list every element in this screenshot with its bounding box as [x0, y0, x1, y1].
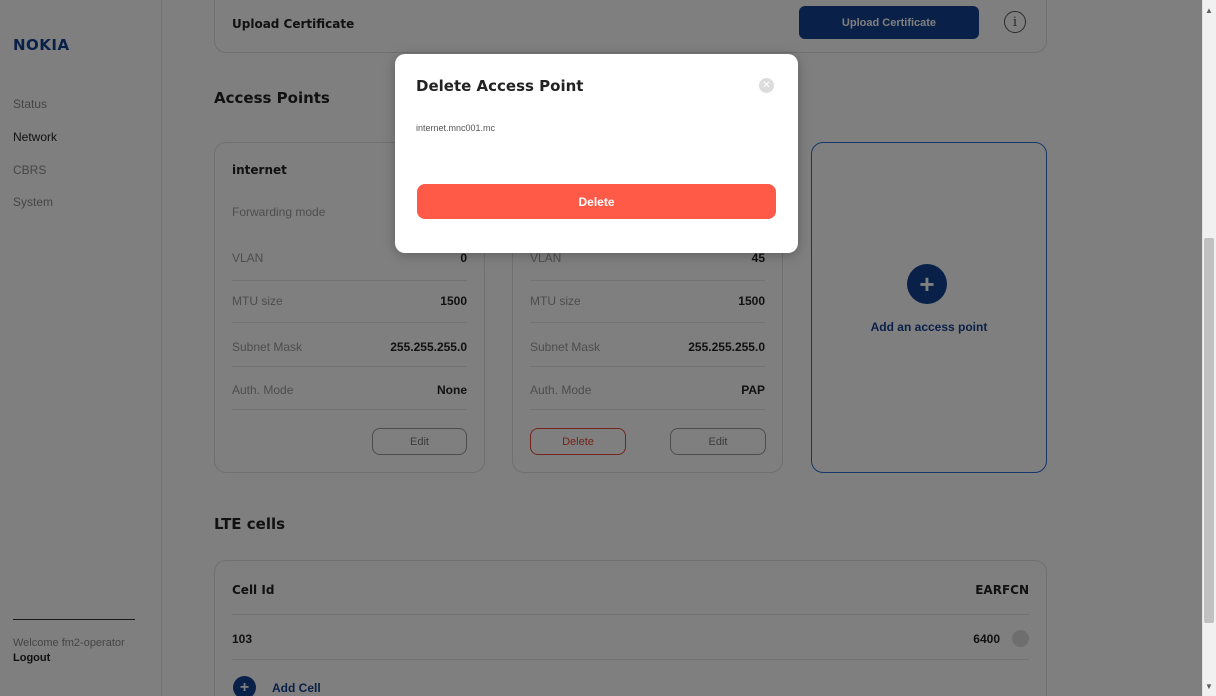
close-icon[interactable]: ✕: [759, 78, 774, 93]
scrollbar-thumb[interactable]: [1204, 238, 1214, 623]
delete-access-point-modal: Delete Access Point ✕ internet.mnc001.mc…: [395, 54, 798, 253]
confirm-delete-button[interactable]: Delete: [417, 184, 776, 219]
scroll-down-icon[interactable]: ▼: [1205, 682, 1213, 691]
modal-title: Delete Access Point: [416, 77, 584, 95]
modal-apn-text: internet.mnc001.mc: [416, 123, 496, 133]
scroll-up-icon[interactable]: ▲: [1205, 6, 1213, 15]
